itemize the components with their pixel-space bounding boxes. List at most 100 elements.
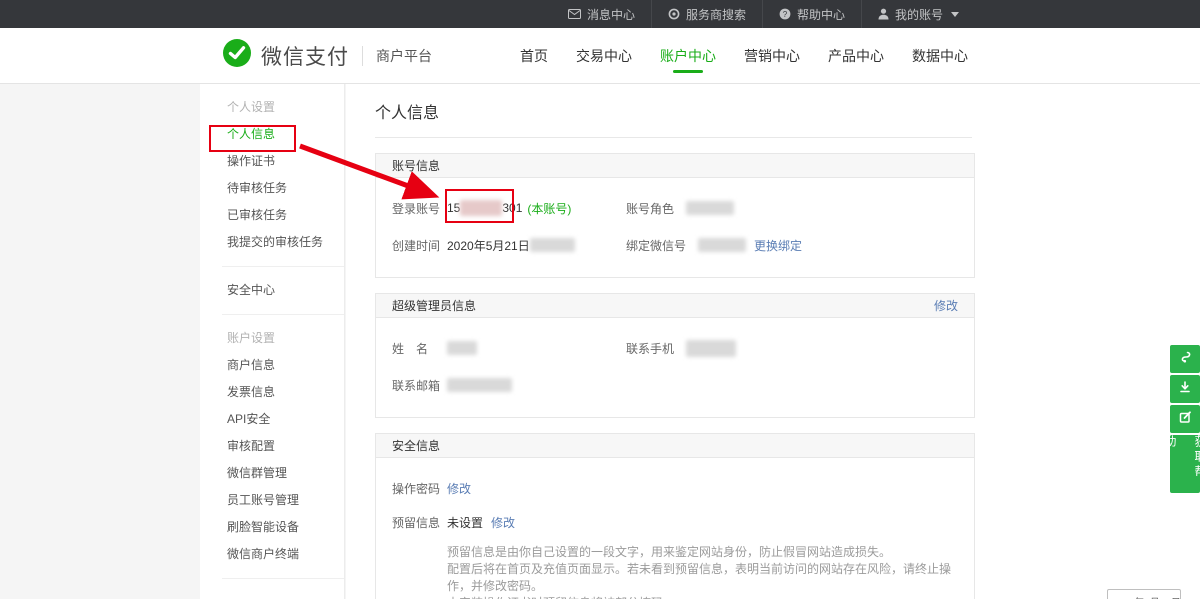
created-time-value: 2020年5月21日 (447, 237, 575, 254)
header: 微信支付 商户平台 首页 交易中心 账户中心 营销中心 产品中心 数据中心 (0, 28, 1200, 84)
topbar-item-help-center[interactable]: ? 帮助中心 (762, 0, 861, 28)
edit-icon (1178, 410, 1192, 429)
redacted-contact-phone (686, 340, 736, 357)
mail-icon (568, 9, 581, 19)
feedback-edit-button[interactable] (1170, 405, 1200, 433)
account-info-card: 账号信息 登录账号 15 301 (本账号) (375, 153, 975, 278)
sidebar-divider (222, 314, 344, 315)
sidebar-item-merchant-info[interactable]: 商户信息 (200, 352, 344, 379)
created-time-label: 创建时间 (392, 237, 447, 254)
topbar-item-my-account[interactable]: 我的账号 (861, 0, 975, 28)
nav-item-product-center[interactable]: 产品中心 (814, 28, 898, 84)
floating-help-panel: 获取帮助 (1170, 345, 1200, 495)
title-divider (375, 137, 972, 138)
change-binding-link[interactable]: 更换绑定 (754, 237, 802, 254)
redacted-admin-name (447, 341, 477, 355)
nav-item-transaction-center[interactable]: 交易中心 (562, 28, 646, 84)
edit-password-link[interactable]: 修改 (447, 480, 471, 497)
description-line: 未安装操作证书时预留信息将被部分掩码。 (447, 595, 958, 599)
sidebar-item-wechat-group-management[interactable]: 微信群管理 (200, 460, 344, 487)
contact-phone-label: 联系手机 (626, 340, 674, 357)
super-admin-card: 超级管理员信息 修改 姓 名 联系手机 (375, 293, 975, 418)
sidebar-item-invoice-info[interactable]: 发票信息 (200, 379, 344, 406)
sidebar-item-api-security[interactable]: API安全 (200, 406, 344, 433)
redacted-account-role (686, 201, 734, 215)
reserved-info-label: 预留信息 (392, 514, 447, 531)
contact-email-label: 联系邮箱 (392, 377, 447, 394)
super-admin-card-header: 超级管理员信息 修改 (376, 294, 974, 318)
description-line: 配置后将在首页及充值页面显示。若未看到预留信息，表明当前访问的网站存在风险，请终… (447, 561, 958, 595)
download-icon (1178, 380, 1192, 399)
super-admin-card-body: 姓 名 联系手机 联系邮箱 (376, 318, 974, 417)
sidebar-divider (222, 578, 344, 579)
nav-item-data-center[interactable]: 数据中心 (898, 28, 982, 84)
sidebar-item-operation-certificate[interactable]: 操作证书 (200, 148, 344, 175)
brand-divider (362, 46, 363, 66)
account-role-label: 账号角色 (626, 200, 674, 217)
sidebar-item-face-smart-device[interactable]: 刷脸智能设备 (200, 514, 344, 541)
date-tooltip: 2020年5月22日 (1107, 589, 1181, 599)
sidebar-item-reviewed-tasks[interactable]: 已审核任务 (200, 202, 344, 229)
edit-admin-link[interactable]: 修改 (934, 297, 958, 314)
main-nav: 首页 交易中心 账户中心 营销中心 产品中心 数据中心 (506, 28, 982, 84)
sidebar-item-personal-info[interactable]: 个人信息 (200, 121, 344, 148)
page-title: 个人信息 (375, 84, 1200, 123)
topbar-item-label: 服务商搜索 (686, 6, 746, 23)
topbar-item-messages[interactable]: 消息中心 (552, 0, 651, 28)
sidebar-item-staff-account-management[interactable]: 员工账号管理 (200, 487, 344, 514)
login-account-value: 15 301 (本账号) (447, 200, 571, 217)
nav-item-marketing-center[interactable]: 营销中心 (730, 28, 814, 84)
search-icon (668, 8, 680, 20)
wechat-pay-logo-icon (222, 38, 252, 73)
download-button[interactable] (1170, 375, 1200, 403)
reserved-info-description: 预留信息是由你自己设置的一段文字，用来鉴定网站身份，防止假冒网站造成损失。 配置… (447, 544, 958, 599)
sidebar: 个人设置 个人信息 操作证书 待审核任务 已审核任务 我提交的审核任务 安全中心… (200, 84, 345, 599)
merchant-platform-page: 消息中心 服务商搜索 ? 帮助中心 我的账号 微信支付 (0, 0, 1200, 599)
user-icon (878, 8, 889, 20)
login-account-label: 登录账号 (392, 200, 447, 217)
sidebar-item-my-submitted-tasks[interactable]: 我提交的审核任务 (200, 229, 344, 256)
chevron-down-icon (951, 12, 959, 17)
link-icon (1178, 350, 1192, 369)
get-help-label: 获取帮助 (1155, 435, 1200, 493)
portal-name: 商户平台 (376, 46, 432, 66)
redacted-created-time (530, 238, 575, 252)
operation-password-label: 操作密码 (392, 480, 447, 497)
sidebar-group-account-settings: 账户设置 (200, 325, 344, 352)
topbar: 消息中心 服务商搜索 ? 帮助中心 我的账号 (0, 0, 1200, 28)
nav-item-home[interactable]: 首页 (506, 28, 562, 84)
card-title: 超级管理员信息 (392, 297, 476, 314)
topbar-item-provider-search[interactable]: 服务商搜索 (651, 0, 762, 28)
redacted-contact-email (447, 378, 512, 392)
security-info-card-body: 操作密码 修改 预留信息 未设置 修改 预留信息是由你自己设置的一段文字，用来鉴… (376, 458, 974, 599)
admin-name-label: 姓 名 (392, 340, 447, 357)
sidebar-item-security-center[interactable]: 安全中心 (200, 277, 344, 304)
topbar-item-label: 帮助中心 (797, 6, 845, 23)
brand-name: 微信支付 (261, 41, 349, 71)
sidebar-group-personal-settings: 个人设置 (200, 94, 344, 121)
bound-wechat-label: 绑定微信号 (626, 237, 686, 254)
sidebar-item-wechat-merchant-terminal[interactable]: 微信商户终端 (200, 541, 344, 568)
topbar-item-label: 我的账号 (895, 6, 943, 23)
nav-item-account-center[interactable]: 账户中心 (646, 28, 730, 84)
security-info-card: 安全信息 操作密码 修改 预留信息 未设置 修改 预留信息是由你自己设置的一段文… (375, 433, 975, 599)
body: 个人设置 个人信息 操作证书 待审核任务 已审核任务 我提交的审核任务 安全中心… (0, 84, 1200, 599)
sidebar-item-pending-review-tasks[interactable]: 待审核任务 (200, 175, 344, 202)
security-info-card-header: 安全信息 (376, 434, 974, 458)
current-account-tag: (本账号) (527, 200, 571, 217)
sidebar-item-review-config[interactable]: 审核配置 (200, 433, 344, 460)
get-help-button[interactable]: 获取帮助 (1170, 435, 1200, 493)
topbar-item-label: 消息中心 (587, 6, 635, 23)
main-content: 个人信息 账号信息 登录账号 15 301 ( (346, 84, 1200, 599)
account-info-card-body: 登录账号 15 301 (本账号) 账号角色 (376, 178, 974, 277)
redacted-login-middle (460, 200, 502, 216)
redacted-wechat-id (698, 238, 746, 252)
card-title: 安全信息 (392, 437, 440, 454)
svg-text:?: ? (783, 10, 788, 19)
contact-link-button[interactable] (1170, 345, 1200, 373)
edit-reserved-info-link[interactable]: 修改 (491, 514, 515, 531)
reserved-info-status: 未设置 (447, 514, 483, 531)
help-icon: ? (779, 8, 791, 20)
sidebar-divider (222, 266, 344, 267)
brand-logo[interactable]: 微信支付 商户平台 (222, 38, 432, 73)
